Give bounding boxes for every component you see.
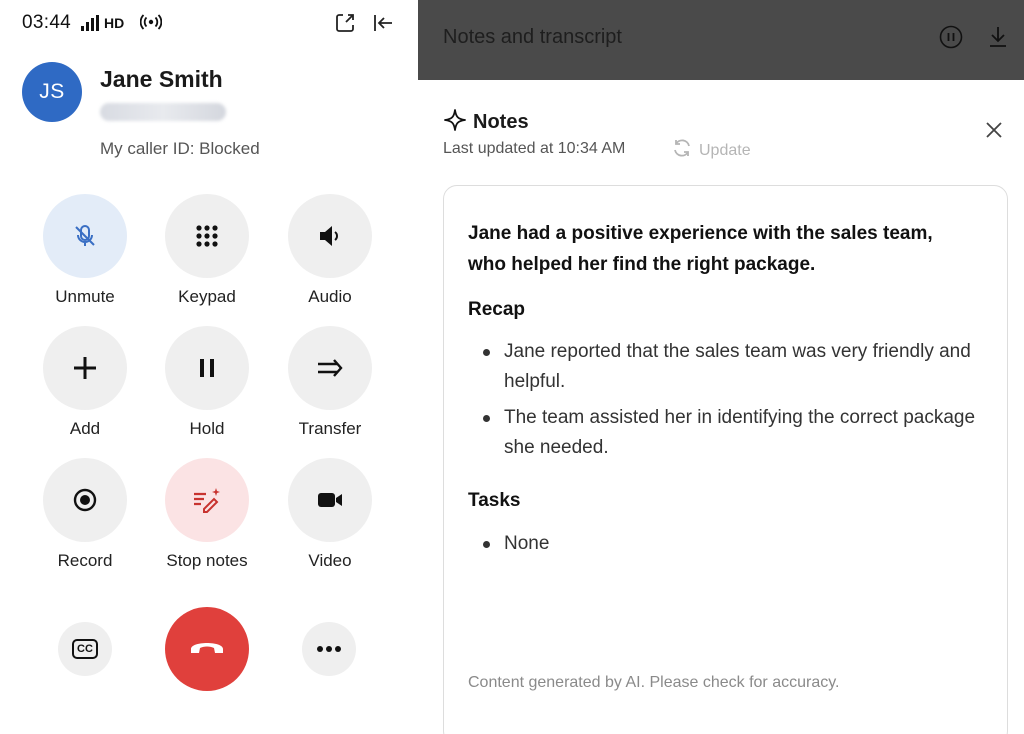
notes-heading: Notes [443, 108, 529, 137]
pause-transcript-icon[interactable] [938, 24, 964, 55]
tasks-heading: Tasks [468, 490, 521, 511]
hang-up-icon [188, 637, 226, 662]
hotspot-icon [140, 13, 163, 33]
hold-label: Hold [189, 419, 225, 438]
refresh-icon [671, 137, 693, 164]
captions-button[interactable]: CC [58, 622, 112, 676]
notes-panel: Notes and transcript Notes Last updated … [418, 0, 1024, 734]
keypad-label: Keypad [178, 287, 236, 306]
list-item: None [468, 529, 988, 559]
keypad-button[interactable]: Keypad [152, 194, 262, 307]
keypad-icon [165, 194, 249, 278]
record-icon [43, 458, 127, 542]
notes-title: Notes [473, 111, 529, 133]
add-button[interactable]: Add [30, 326, 140, 439]
captions-icon: CC [72, 639, 98, 659]
stop-notes-button[interactable]: Stop notes [152, 458, 262, 571]
sparkle-icon [443, 108, 467, 137]
pop-out-icon[interactable] [334, 12, 356, 34]
video-button[interactable]: Video [275, 458, 385, 571]
transfer-label: Transfer [298, 419, 362, 438]
close-icon[interactable] [984, 120, 1004, 145]
recap-list: Jane reported that the sales team was ve… [468, 337, 988, 469]
transfer-icon [288, 326, 372, 410]
signal-icon [81, 15, 100, 31]
ai-disclaimer: Content generated by AI. Please check fo… [468, 674, 840, 691]
ai-notes-icon [165, 458, 249, 542]
recap-heading: Recap [468, 299, 526, 320]
transfer-button[interactable]: Transfer [275, 326, 385, 439]
header-title: Notes and transcript [443, 26, 622, 48]
notes-header: Notes and transcript [418, 0, 1024, 80]
audio-label: Audio [308, 287, 352, 306]
stop-notes-label: Stop notes [166, 551, 248, 570]
caller-name: Jane Smith [100, 66, 223, 92]
last-updated: Last updated at 10:34 AM [443, 140, 626, 157]
notes-summary: Jane had a positive experience with the … [468, 223, 933, 275]
video-label: Video [308, 551, 352, 570]
video-icon [288, 458, 372, 542]
audio-button[interactable]: Audio [275, 194, 385, 307]
top-actions [334, 12, 394, 34]
more-button[interactable] [302, 622, 356, 676]
status-time: 03:44 [22, 12, 72, 33]
speaker-icon [288, 194, 372, 278]
mic-off-icon [43, 194, 127, 278]
add-label: Add [69, 419, 101, 438]
update-label: Update [699, 141, 751, 159]
update-button[interactable]: Update [671, 137, 751, 164]
caller-number-redacted [100, 103, 226, 121]
caller-id: My caller ID: Blocked [100, 139, 260, 158]
status-bar: 03:44 HD [22, 10, 394, 36]
list-item: The team assisted her in identifying the… [468, 403, 988, 463]
record-button[interactable]: Record [30, 458, 140, 571]
end-call-button[interactable] [165, 607, 249, 691]
network-type: HD [104, 15, 125, 31]
list-item: Jane reported that the sales team was ve… [468, 337, 988, 397]
call-panel: 03:44 HD JS Jane Smith My caller ID: Blo… [0, 0, 418, 734]
unmute-label: Unmute [55, 287, 115, 306]
notes-card: Jane had a positive experience with the … [443, 185, 1008, 734]
avatar: JS [22, 62, 82, 122]
tasks-list: None [468, 529, 988, 565]
record-label: Record [57, 551, 113, 570]
download-icon[interactable] [987, 24, 1009, 55]
hold-button[interactable]: Hold [152, 326, 262, 439]
pause-icon [165, 326, 249, 410]
collapse-icon[interactable] [372, 12, 394, 34]
unmute-button[interactable]: Unmute [30, 194, 140, 307]
plus-icon [43, 326, 127, 410]
more-dots-icon [316, 640, 342, 658]
